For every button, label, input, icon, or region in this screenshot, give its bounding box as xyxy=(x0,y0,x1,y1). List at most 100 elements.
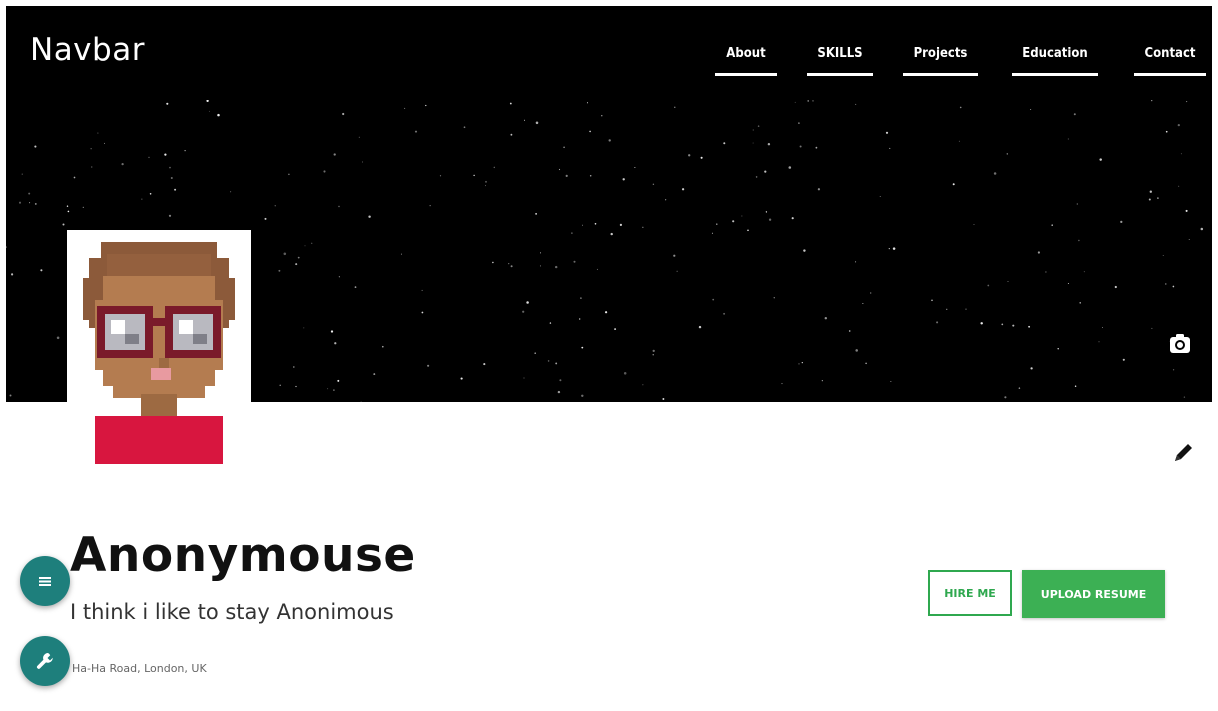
star-dot xyxy=(711,232,713,234)
star-dot xyxy=(509,102,512,105)
profile-location: Ha-Ha Road, London, UK xyxy=(72,662,207,675)
star-dot xyxy=(82,206,84,209)
star-dot xyxy=(1051,224,1053,226)
star-dot xyxy=(980,322,983,325)
star-dot xyxy=(400,253,402,255)
star-dot xyxy=(799,145,802,148)
star-dot xyxy=(1165,283,1167,285)
star-dot xyxy=(652,183,655,186)
star-dot xyxy=(634,167,636,168)
star-dot xyxy=(767,142,771,146)
star-dot xyxy=(1188,239,1190,240)
star-dot xyxy=(987,284,990,287)
star-dot xyxy=(206,100,209,103)
menu-fab-button[interactable] xyxy=(20,556,70,606)
camera-icon xyxy=(1170,334,1190,353)
star-dot xyxy=(18,201,22,204)
upload-resume-button[interactable]: UPLOAD RESUME xyxy=(1022,570,1165,618)
star-dot xyxy=(330,330,334,333)
star-dot xyxy=(952,183,955,186)
star-dot xyxy=(292,366,295,368)
star-dot xyxy=(73,176,76,179)
star-dot xyxy=(1018,387,1021,389)
nav-item-skills[interactable]: SKILLS xyxy=(807,46,873,76)
star-dot xyxy=(1079,302,1081,304)
star-dot xyxy=(1180,153,1182,155)
star-dot xyxy=(554,265,558,269)
star-dot xyxy=(732,220,735,223)
star-dot xyxy=(674,106,676,108)
nav-item-label: Education xyxy=(1022,46,1088,61)
star-dot xyxy=(1165,130,1168,133)
star-dot xyxy=(1076,203,1078,205)
star-dot xyxy=(1149,190,1152,193)
nav-underline xyxy=(1012,73,1098,76)
star-dot xyxy=(803,249,806,252)
star-dot xyxy=(539,265,541,267)
star-dot xyxy=(264,217,267,220)
star-dot xyxy=(425,104,427,107)
star-dot xyxy=(1057,347,1059,350)
star-dot xyxy=(168,214,172,217)
star-dot xyxy=(1101,326,1104,329)
star-dot xyxy=(323,170,326,173)
edit-profile-button[interactable] xyxy=(1170,440,1196,466)
star-dot xyxy=(594,222,597,225)
star-dot xyxy=(333,153,336,156)
star-dot xyxy=(492,261,494,264)
star-dot xyxy=(798,122,800,124)
star-dot xyxy=(959,106,962,109)
star-dot xyxy=(141,198,143,200)
star-dot xyxy=(801,361,803,364)
star-dot xyxy=(1162,254,1164,256)
star-dot xyxy=(879,196,881,198)
star-dot xyxy=(936,321,939,324)
star-dot xyxy=(6,246,8,248)
star-dot xyxy=(1037,251,1041,254)
wrench-icon xyxy=(36,653,53,669)
star-dot xyxy=(62,223,65,226)
nav-underline xyxy=(807,73,873,76)
star-dot xyxy=(9,394,12,397)
star-dot xyxy=(1151,327,1153,329)
star-dot xyxy=(798,363,800,365)
nav-underline xyxy=(1134,73,1206,76)
star-dot xyxy=(11,273,14,276)
star-dot xyxy=(1006,153,1009,155)
star-dot xyxy=(946,308,948,310)
navbar-brand[interactable]: Navbar xyxy=(30,32,145,68)
star-dot xyxy=(473,174,475,177)
nav-item-label: About xyxy=(726,46,766,61)
star-dot xyxy=(148,156,150,159)
star-dot xyxy=(174,188,177,191)
star-dot xyxy=(764,170,767,173)
star-dot xyxy=(230,191,232,193)
star-dot xyxy=(755,176,758,178)
star-dot xyxy=(555,362,558,365)
star-dot xyxy=(642,226,644,228)
nav-item-projects[interactable]: Projects xyxy=(903,46,978,76)
nav-item-education[interactable]: Education xyxy=(1012,46,1098,76)
star-dot xyxy=(208,110,210,112)
star-dot xyxy=(463,126,466,129)
profile-avatar[interactable] xyxy=(67,230,251,465)
star-dot xyxy=(169,166,171,169)
star-dot xyxy=(855,261,857,263)
star-dot xyxy=(1012,324,1015,327)
star-dot xyxy=(862,303,864,304)
star-dot xyxy=(1030,367,1033,370)
star-dot xyxy=(589,130,591,133)
nav-item-about[interactable]: About xyxy=(715,46,777,76)
change-cover-button[interactable] xyxy=(1166,330,1194,358)
star-dot xyxy=(571,232,573,234)
star-dot xyxy=(522,310,525,313)
hire-me-button[interactable]: HIRE ME xyxy=(928,570,1012,616)
nav-item-contact[interactable]: Contact xyxy=(1134,46,1206,76)
star-dot xyxy=(427,364,430,367)
tools-fab-button[interactable] xyxy=(20,636,70,686)
star-dot xyxy=(421,289,423,291)
star-dot xyxy=(757,125,760,127)
star-dot xyxy=(283,252,287,256)
top-navbar: Navbar About SKILLS Projects Education C… xyxy=(6,6,1212,100)
star-dot xyxy=(333,389,335,391)
